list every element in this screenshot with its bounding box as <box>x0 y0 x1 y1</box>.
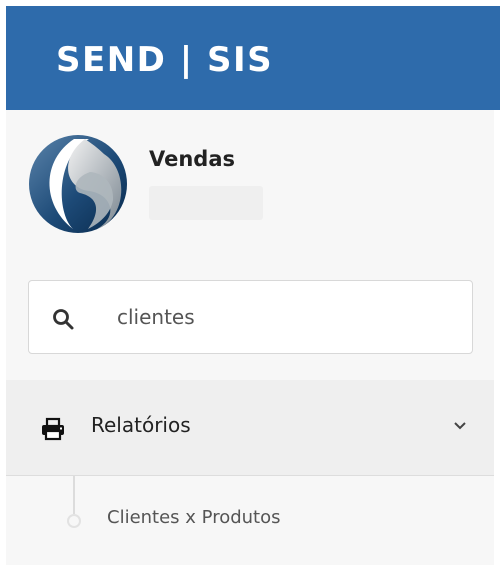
submenu-item-clientes-produtos[interactable]: Clientes x Produtos <box>107 507 281 528</box>
sidebar-submenu: Clientes x Produtos <box>16 476 496 565</box>
app-page: SEND | SIS Vendas clientes Relatórios Cl… <box>0 0 500 565</box>
sidebar: Vendas Relatórios <box>6 110 496 565</box>
chevron-down-icon[interactable] <box>453 420 467 432</box>
search-input[interactable] <box>117 297 447 337</box>
avatar <box>29 135 127 233</box>
sidebar-item-relatorios[interactable]: Relatórios <box>6 380 496 476</box>
top-navbar: SEND | SIS <box>6 6 500 110</box>
app-title[interactable]: SEND | SIS <box>56 40 273 80</box>
sidebar-item-label: Relatórios <box>91 413 191 437</box>
print-icon <box>42 417 64 441</box>
sidebar-search <box>28 280 473 354</box>
search-icon[interactable] <box>51 307 75 331</box>
sidebar-edge <box>494 110 500 565</box>
tree-connector <box>73 476 75 514</box>
user-status <box>149 186 263 220</box>
tree-node-icon <box>67 514 81 528</box>
user-panel: Vendas <box>6 110 496 270</box>
user-name: Vendas <box>149 147 235 171</box>
